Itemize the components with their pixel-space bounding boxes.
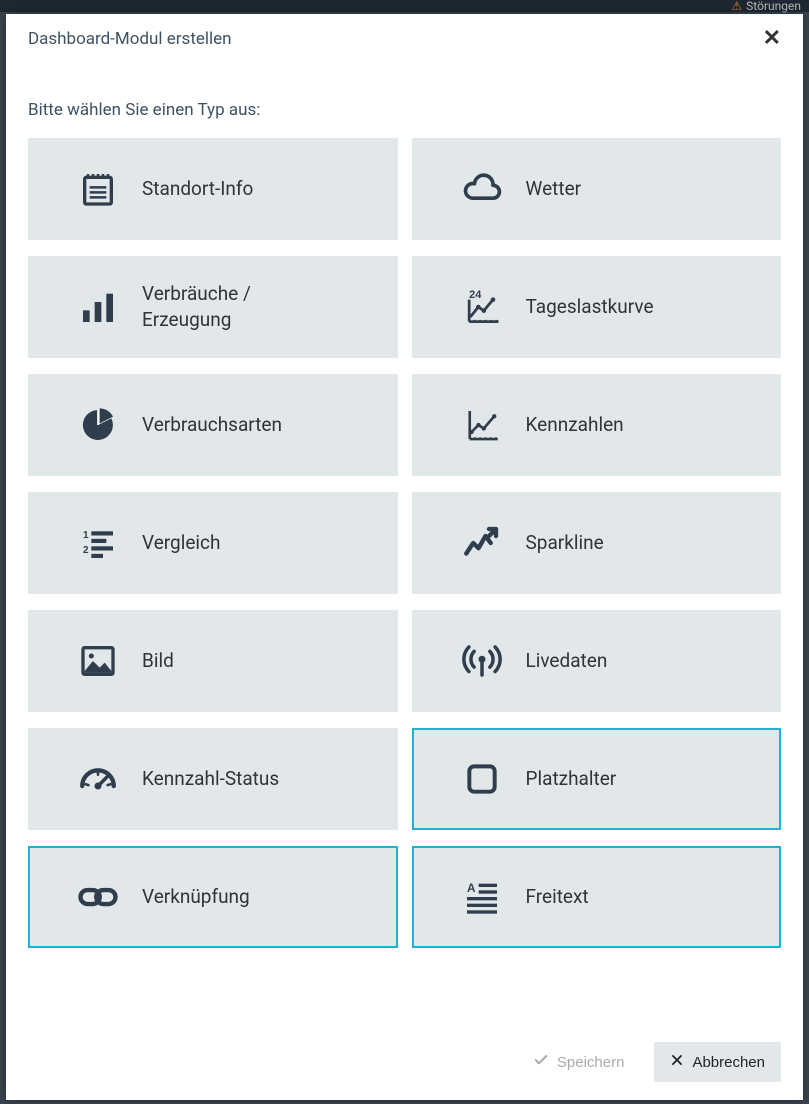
module-tile-label: Freitext — [526, 884, 589, 910]
module-tile-platzhalter[interactable]: Platzhalter — [412, 728, 782, 830]
chart24-icon: 24 — [460, 285, 504, 329]
modal-subtitle: Bitte wählen Sie einen Typ aus: — [6, 60, 803, 138]
module-tile-kennzahlen[interactable]: Kennzahlen — [412, 374, 782, 476]
backdrop-top: ⚠ Störungen — [0, 0, 809, 12]
compare-icon: 12 — [76, 521, 120, 565]
module-tile-label: Kennzahl-Status — [142, 766, 279, 792]
close-icon — [670, 1053, 684, 1071]
cloud-icon — [460, 167, 504, 211]
alert-icon: ⚠ — [731, 0, 742, 13]
module-tile-bild[interactable]: Bild — [28, 610, 398, 712]
module-tile-sparkline[interactable]: Sparkline — [412, 492, 782, 594]
save-button-label: Speichern — [557, 1054, 625, 1071]
module-tile-kennzahl-status[interactable]: Kennzahl-Status — [28, 728, 398, 830]
module-tile-standort-info[interactable]: Standort-Info — [28, 138, 398, 240]
module-tile-label: Verbräuche / Erzeugung — [142, 281, 342, 332]
module-type-grid: Standort-Info Wetter Verbräuche / Erzeugun… — [6, 138, 803, 948]
svg-text:1: 1 — [83, 530, 89, 541]
module-tile-livedaten[interactable]: Livedaten — [412, 610, 782, 712]
gauge-icon — [76, 757, 120, 801]
module-tile-label: Standort-Info — [142, 176, 253, 202]
cancel-button-label: Abbrechen — [692, 1054, 765, 1071]
svg-text:2: 2 — [83, 545, 89, 556]
pie-icon — [76, 403, 120, 447]
module-tile-label: Platzhalter — [526, 766, 617, 792]
barchart-icon — [76, 285, 120, 329]
cancel-button[interactable]: Abbrechen — [654, 1042, 781, 1082]
module-tile-label: Verbrauchsarten — [142, 412, 282, 438]
module-tile-label: Wetter — [526, 176, 582, 202]
save-button[interactable]: Speichern — [517, 1042, 641, 1082]
modal-header: Dashboard-Modul erstellen ✕ — [6, 14, 803, 60]
close-icon[interactable]: ✕ — [763, 28, 781, 50]
module-tile-label: Sparkline — [526, 530, 604, 556]
svg-text:24: 24 — [469, 289, 482, 301]
module-tile-label: Bild — [142, 648, 174, 674]
module-tile-label: Kennzahlen — [526, 412, 624, 438]
module-tile-label: Verknüpfung — [142, 884, 250, 910]
module-tile-label: Tageslastkurve — [526, 294, 654, 320]
sparkline-icon — [460, 521, 504, 565]
modal-footer: Speichern Abbrechen — [6, 1026, 803, 1100]
image-icon — [76, 639, 120, 683]
module-tile-vergleich[interactable]: 12Vergleich — [28, 492, 398, 594]
module-tile-label: Livedaten — [526, 648, 608, 674]
module-tile-freitext[interactable]: A Freitext — [412, 846, 782, 948]
module-tile-verknuepfung[interactable]: Verknüpfung — [28, 846, 398, 948]
create-module-modal: Dashboard-Modul erstellen ✕ Bitte wählen… — [6, 14, 803, 1100]
module-tile-label: Vergleich — [142, 530, 220, 556]
square-icon — [460, 757, 504, 801]
link-icon — [76, 875, 120, 919]
text-icon: A — [460, 875, 504, 919]
check-icon — [533, 1052, 549, 1072]
module-tile-wetter[interactable]: Wetter — [412, 138, 782, 240]
module-tile-verbrauchsarten[interactable]: Verbrauchsarten — [28, 374, 398, 476]
module-tile-tageslast[interactable]: 24 Tageslastkurve — [412, 256, 782, 358]
modal-title: Dashboard-Modul erstellen — [28, 29, 232, 49]
backdrop-label: Störungen — [746, 0, 801, 13]
notepad-icon — [76, 167, 120, 211]
svg-text:A: A — [467, 882, 476, 895]
linechart-icon — [460, 403, 504, 447]
broadcast-icon — [460, 639, 504, 683]
module-tile-verbraeuche[interactable]: Verbräuche / Erzeugung — [28, 256, 398, 358]
